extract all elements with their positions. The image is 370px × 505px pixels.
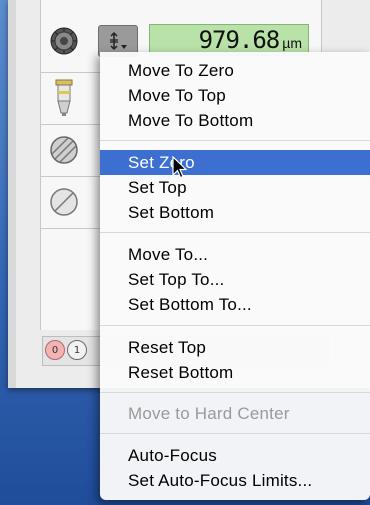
filter-disc-icon[interactable] (40, 178, 88, 226)
preset-button-0[interactable]: 0 (45, 340, 65, 360)
stepper-arrows-icon (110, 31, 127, 51)
menu-separator (100, 325, 370, 326)
menu-separator (100, 140, 370, 141)
position-value: 979.68 (198, 26, 281, 54)
menu-item-move-to-hard-center: Move to Hard Center (128, 404, 290, 423)
bottom-buttons: 0 1 (45, 340, 87, 360)
menu-item-set-zero[interactable]: Set Zero (100, 150, 370, 175)
menu-item-set-bottom[interactable]: Set Bottom (100, 200, 370, 225)
menu-item-reset-top[interactable]: Reset Top (100, 335, 370, 360)
menu-item-reset-bottom[interactable]: Reset Bottom (100, 360, 370, 385)
preset-button-1[interactable]: 1 (67, 340, 87, 360)
mouse-pointer-icon (172, 156, 188, 179)
stage-context-menu: Move To Zero Move To Top Move To Bottom … (100, 52, 370, 500)
menu-item-move-to-dialog[interactable]: Move To... (100, 242, 370, 267)
position-unit: µm (282, 35, 302, 51)
filter-disc-icon[interactable] (40, 126, 88, 174)
menu-item-set-top-to-dialog[interactable]: Set Top To... (100, 267, 370, 292)
menu-separator (100, 433, 370, 434)
menu-item-auto-focus[interactable]: Auto-Focus (100, 443, 370, 468)
menu-item-set-bottom-to-dialog[interactable]: Set Bottom To... (100, 292, 370, 317)
focus-knob-icon[interactable] (40, 17, 88, 65)
menu-item-set-top[interactable]: Set Top (100, 175, 370, 200)
menu-separator (100, 232, 370, 233)
menu-item-set-auto-focus-limits[interactable]: Set Auto-Focus Limits... (100, 468, 370, 493)
objective-lens-icon[interactable] (40, 74, 88, 122)
menu-item-move-to-zero[interactable]: Move To Zero (100, 58, 370, 83)
menu-item-move-to-top[interactable]: Move To Top (100, 83, 370, 108)
menu-item-move-to-bottom[interactable]: Move To Bottom (100, 108, 370, 133)
panel-edge (8, 0, 16, 388)
menu-separator (100, 392, 370, 393)
